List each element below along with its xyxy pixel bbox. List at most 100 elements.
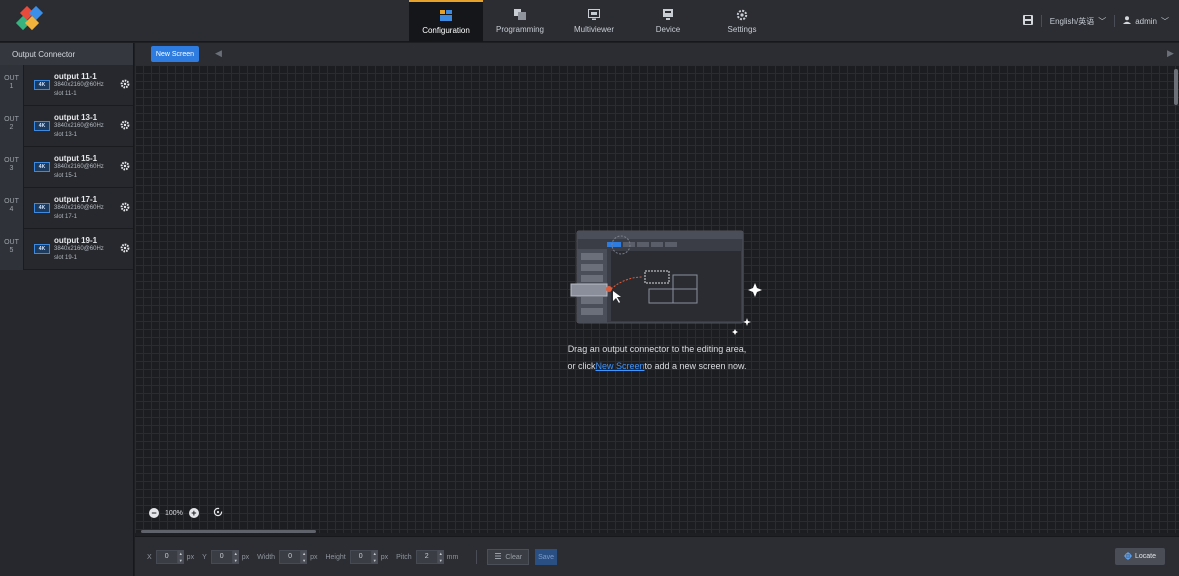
zoom-out-icon[interactable]: − [149,508,159,518]
device-icon [661,9,675,21]
chevron-down-icon: ﹀ [1098,16,1107,26]
tab-device-label: Device [655,24,681,34]
zoom-in-icon[interactable]: + [188,508,199,518]
properties-bar: X 0 ▲ ▼ px Y 0 ▲ ▼ px Width 0 ▲ ▼ px Height… [135,536,1179,576]
tab-multiviewer-label: Multiviewer [573,24,614,34]
zoom-controls: − 100% + [149,507,223,519]
out-label: OUT 1 [0,65,24,106]
list-item[interactable]: OUT 1 4K output 11-1 3840x2160@60Hz slot … [0,65,133,106]
gear-icon[interactable] [120,79,130,89]
list-item[interactable]: OUT 3 4K output 15-1 3840x2160@60Hz slot … [0,147,133,188]
pitch-input[interactable]: 2 [415,550,438,564]
gear-icon[interactable] [120,243,130,253]
scroll-right-icon[interactable]: ▶ [1167,48,1175,60]
connector-slot: slot 17-1 [54,214,78,220]
x-input[interactable]: 0 [155,550,178,564]
connector-name: output 11-1 [54,72,97,81]
tab-programming[interactable]: Programming [483,0,557,42]
4k-badge: 4K [34,244,50,254]
screen-toolbar: New Screen ◀ ▶ [135,43,1179,65]
settings-icon [735,9,749,21]
locate-button[interactable]: Locate [1115,548,1165,565]
height-input[interactable]: 0 [349,550,372,564]
language-label: English/英语 [1049,16,1095,26]
y-unit: px [241,553,250,561]
connector-name: output 13-1 [54,113,98,122]
user-menu[interactable]: admin ﹀ [1123,16,1169,27]
top-right-controls: English/英语 ﹀ admin ﹀ [1022,0,1169,42]
pitch-unit: mm [446,553,459,561]
connector-slot: slot 11-1 [54,91,77,97]
y-input[interactable]: 0 [210,550,233,564]
save-button[interactable]: Save [535,549,558,565]
connector-slot: slot 15-1 [54,173,78,179]
tab-programming-label: Programming [495,24,544,34]
list-item[interactable]: OUT 2 4K output 13-1 3840x2160@60Hz slot … [0,106,133,147]
user-icon [1123,16,1132,26]
app-logo [15,6,44,31]
connector-resolution: 3840x2160@60Hz [54,123,104,129]
gear-icon[interactable] [120,120,130,130]
locate-icon [1123,551,1132,562]
out-label: OUT 2 [0,106,24,147]
clear-button[interactable]: Clear [487,549,530,565]
tab-device[interactable]: Device [631,0,705,42]
out-label: OUT 5 [0,229,24,270]
4k-badge: 4K [34,121,50,131]
width-label: Width [257,553,276,561]
scroll-left-icon[interactable]: ◀ [215,48,223,60]
pitch-label: Pitch [396,553,412,561]
y-label: Y [202,553,207,561]
gear-icon[interactable] [120,161,130,171]
height-stepper[interactable]: ▲ ▼ [371,550,378,564]
screen-properties: X 0 ▲ ▼ px Y 0 ▲ ▼ px Width 0 ▲ ▼ px Height… [147,549,558,565]
new-screen-button[interactable]: New Screen [151,46,199,62]
4k-badge: 4K [34,80,50,90]
zoom-level: 100% [165,509,183,517]
width-input[interactable]: 0 [279,550,302,564]
connector-slot: slot 19-1 [54,255,78,261]
height-label: Height [325,553,346,561]
list-item[interactable]: OUT 5 4K output 19-1 3840x2160@60Hz slot … [0,229,133,270]
language-select[interactable]: English/英语 ﹀ [1050,16,1106,27]
top-bar: Configuration Programming Multiviewer De… [0,0,1179,42]
empty-state-line1: Drag an output connector to the editing … [567,344,747,354]
list-item[interactable]: OUT 4 4K output 17-1 3840x2160@60Hz slot … [0,188,133,229]
save-icon[interactable] [1022,15,1033,27]
programming-icon [513,9,527,21]
pitch-stepper[interactable]: ▲ ▼ [437,550,444,564]
tab-multiviewer[interactable]: Multiviewer [557,0,631,42]
empty-state-line2: or clickNew Screento add a new screen no… [567,361,747,371]
width-stepper[interactable]: ▲ ▼ [301,550,308,564]
clear-icon [494,552,502,562]
connector-name: output 19-1 [54,236,98,245]
new-screen-link[interactable]: New Screen [595,361,644,371]
out-label: OUT 4 [0,188,24,229]
divider [476,550,478,564]
divider [1114,15,1116,27]
x-stepper[interactable]: ▲ ▼ [177,550,184,564]
output-connector-panel: Output Connector OUT 1 4K output 11-1 384… [0,43,134,576]
y-stepper[interactable]: ▲ ▼ [232,550,239,564]
user-name: admin [1135,16,1157,26]
multiviewer-icon [587,9,601,21]
tab-configuration-label: Configuration [422,25,470,35]
connector-resolution: 3840x2160@60Hz [54,164,104,170]
horizontal-scrollbar[interactable] [141,530,316,533]
tab-configuration[interactable]: Configuration [409,0,483,42]
connector-resolution: 3840x2160@60Hz [54,246,104,252]
connector-resolution: 3840x2160@60Hz [54,205,104,211]
x-unit: px [186,553,195,561]
tab-settings[interactable]: Settings [705,0,779,42]
reset-zoom-icon[interactable] [213,507,223,519]
divider [1040,15,1042,27]
out-label: OUT 3 [0,147,24,188]
connector-slot: slot 13-1 [54,132,78,138]
vertical-scrollbar[interactable] [1174,69,1178,105]
4k-badge: 4K [34,203,50,213]
clear-label: Clear [505,553,523,561]
connector-name: output 15-1 [54,154,98,163]
gear-icon[interactable] [120,202,130,212]
editing-area[interactable]: Drag an output connector to the editing … [135,65,1179,533]
main-nav: Configuration Programming Multiviewer De… [409,0,779,42]
